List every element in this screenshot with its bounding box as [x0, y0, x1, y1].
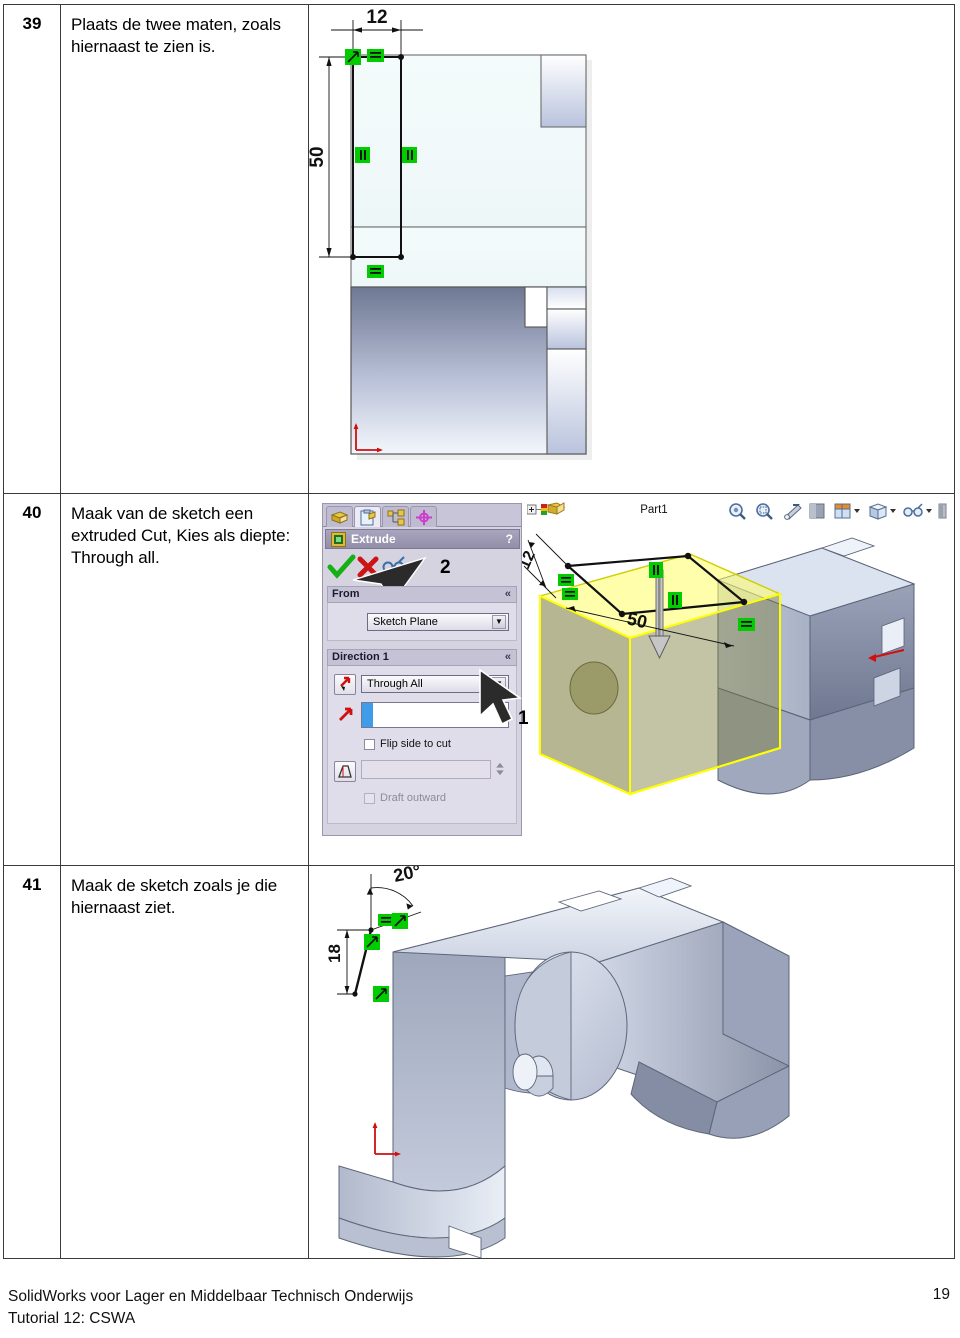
property-manager-tab[interactable] — [354, 506, 381, 527]
panel-title: Extrude — [351, 532, 396, 546]
solidworks-screenshot: Part1 12 50 Extrude ? 2 From « Sketch Pl… — [312, 496, 952, 841]
display-style-icon — [868, 503, 896, 520]
feature-tree-root-label: Part1 — [640, 504, 668, 517]
step-number-cell: 39 — [3, 4, 61, 494]
clipboard-icon — [360, 509, 376, 526]
view-orientation-icon — [834, 503, 860, 519]
figure-bracket-sketch: 20° 18 — [309, 866, 954, 1258]
footer-line-2: Tutorial 12: CSWA — [8, 1310, 136, 1328]
footer-text: SolidWorks voor Lager en Middelbaar Tech… — [8, 1286, 413, 1331]
from-group-header[interactable]: From « — [327, 586, 517, 603]
help-icon[interactable]: ? — [506, 530, 513, 548]
step-figure-cell: 12 50 — [308, 4, 955, 494]
step-instruction: Plaats de twee maten, zoals hiernaast te… — [71, 15, 281, 57]
draft-angle-spinner[interactable] — [494, 760, 506, 778]
panel-title-bar: Extrude ? — [325, 529, 520, 549]
feature-tree-icons — [526, 502, 566, 515]
feature-tree-root[interactable]: Part1 — [526, 502, 668, 518]
zoom-to-fit-icon — [729, 503, 746, 520]
bracket-model-svg: 20° 18 — [325, 866, 790, 1258]
from-group-label: From — [332, 588, 360, 600]
panel-action-row[interactable] — [327, 554, 517, 580]
draft-outward-label: Draft outward — [380, 792, 447, 804]
dimxpert-manager-tab[interactable] — [410, 506, 437, 527]
step-instruction: Maak van de sketch een extruded Cut, Kie… — [71, 504, 291, 568]
draft-icon — [338, 765, 352, 778]
table-row: 41 Maak de sketch zoals je die hiernaast… — [3, 865, 955, 1259]
page-number: 19 — [932, 1286, 950, 1303]
feature-tree-icon — [330, 511, 349, 524]
sketch-front-view-svg: 12 50 — [309, 7, 592, 460]
tutorial-steps-table: 39 Plaats de twee maten, zoals hiernaast… — [3, 4, 955, 1259]
step-number: 39 — [22, 14, 42, 33]
step-number: 41 — [22, 875, 42, 894]
from-group-body: Sketch Plane ▼ — [327, 603, 517, 641]
draft-outward-checkbox — [364, 793, 375, 804]
step-text-cell: Plaats de twee maten, zoals hiernaast te… — [60, 4, 309, 494]
step-number: 40 — [22, 503, 42, 522]
reverse-direction-icon — [340, 676, 351, 691]
document-page: 39 Plaats de twee maten, zoals hiernaast… — [0, 0, 960, 1338]
step-text-cell: Maak van de sketch een extruded Cut, Kie… — [60, 493, 309, 866]
dimension-18-label: 18 — [325, 944, 344, 963]
draft-on-off-button[interactable] — [334, 761, 356, 782]
chevron-up-icon[interactable]: « — [505, 650, 511, 665]
configuration-manager-tab[interactable] — [382, 506, 409, 527]
reverse-direction-button[interactable] — [334, 674, 356, 695]
model-preview-3d: 12 50 — [522, 533, 916, 796]
zoom-to-area-icon — [756, 503, 773, 520]
table-row: 39 Plaats de twee maten, zoals hiernaast… — [3, 4, 955, 494]
field-color-swatch — [362, 703, 373, 727]
step-number-cell: 41 — [3, 865, 61, 1259]
cancel-icon — [357, 556, 379, 578]
detailed-preview-icon — [382, 556, 405, 573]
dimension-width-label: 12 — [366, 7, 387, 28]
table-row: 40 Maak van de sketch een extruded Cut, … — [3, 493, 955, 866]
accept-icon — [327, 554, 356, 579]
start-condition-value: Sketch Plane — [373, 616, 438, 628]
panel-action-icons — [327, 554, 405, 579]
step-instruction: Maak de sketch zoals je die hiernaast zi… — [71, 876, 278, 918]
end-condition-value: Through All — [367, 678, 423, 690]
draft-angle-field — [361, 760, 491, 779]
start-condition-select[interactable]: Sketch Plane ▼ — [367, 613, 509, 631]
feature-manager-tab[interactable] — [326, 506, 353, 527]
figure-sketch-front-view: 12 50 — [309, 5, 954, 491]
depth-direction-arrow-icon — [339, 707, 353, 721]
chevron-down-icon[interactable]: ▼ — [492, 615, 506, 629]
direction1-group-label: Direction 1 — [332, 651, 389, 663]
extrude-property-manager[interactable]: Extrude ? 2 From « Sketch Plane ▼ Direct… — [322, 503, 522, 836]
flip-side-to-cut-label: Flip side to cut — [380, 738, 451, 750]
step-figure-cell: Part1 12 50 Extrude ? 2 From « Sketch Pl… — [308, 493, 955, 866]
appearance-icon — [938, 503, 947, 519]
direction1-group-body: Through All ▼ Flip side to cut Draft out… — [327, 666, 517, 824]
step-figure-cell: 20° 18 — [308, 865, 955, 1259]
dimension-12-label: 12 — [522, 548, 539, 571]
callout-2: 2 — [440, 557, 451, 578]
chevron-up-icon[interactable]: « — [505, 587, 511, 602]
flip-side-to-cut-checkbox[interactable] — [364, 739, 375, 750]
dimension-12-group: 12 — [522, 533, 569, 599]
direction1-group-header[interactable]: Direction 1 « — [327, 649, 517, 666]
callout-1: 1 — [518, 708, 529, 729]
chevron-down-icon[interactable]: ▼ — [492, 677, 506, 691]
footer-line-1: SolidWorks voor Lager en Middelbaar Tech… — [8, 1288, 414, 1305]
dimxpert-icon — [416, 510, 432, 525]
hide-show-items-icon — [903, 503, 932, 517]
end-condition-select[interactable]: Through All ▼ — [361, 675, 509, 693]
dimension-angle-label: 20° — [392, 866, 423, 886]
manager-tab-strip[interactable] — [323, 504, 521, 527]
section-view-icon — [809, 503, 825, 519]
extrude-feature-icon — [331, 532, 346, 547]
configuration-icon — [387, 509, 405, 526]
dimension-height-label: 50 — [309, 146, 328, 167]
step-text-cell: Maak de sketch zoals je die hiernaast zi… — [60, 865, 309, 1259]
depth-value-field[interactable] — [361, 702, 509, 728]
step-number-cell: 40 — [3, 493, 61, 866]
